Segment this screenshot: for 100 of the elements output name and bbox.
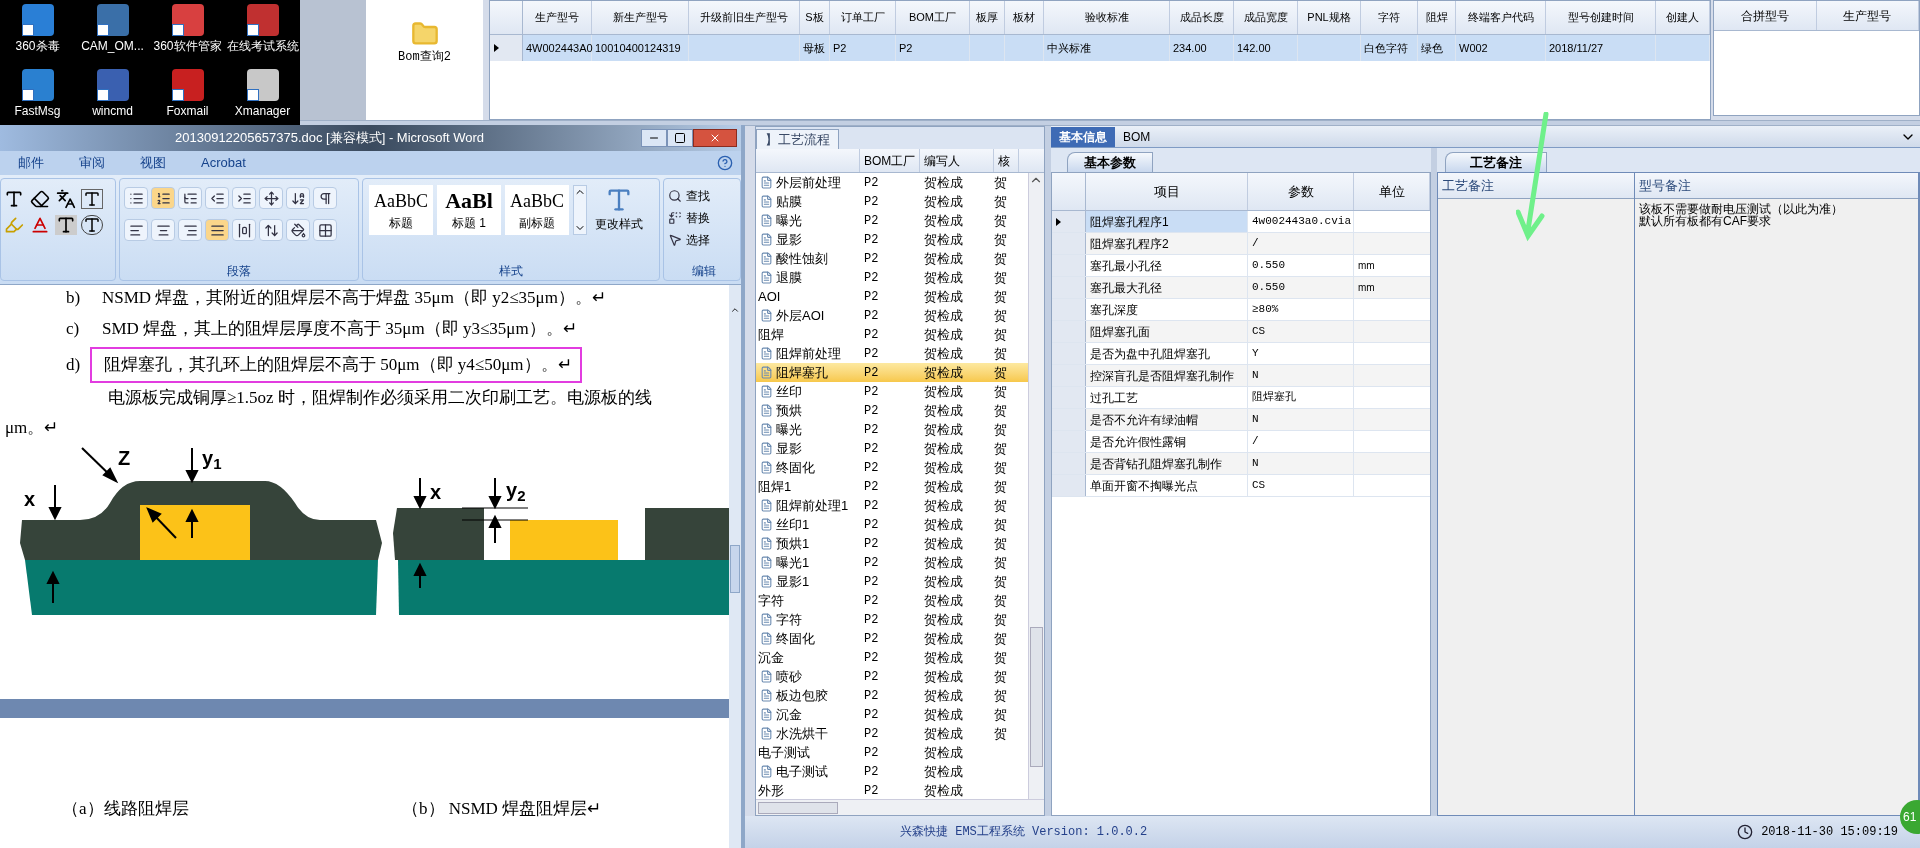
horizontal-scrollbar[interactable] <box>756 799 1044 815</box>
process-row[interactable]: 预烘 P2 贺检成 贺 <box>756 401 1028 420</box>
style-preview[interactable]: AaBbC 标题 <box>369 185 433 235</box>
font-icon[interactable] <box>81 189 103 209</box>
column-header[interactable]: 创建人 <box>1656 1 1710 34</box>
shortcut-icon[interactable] <box>246 68 279 101</box>
process-row[interactable]: 外层前处理 P2 贺检成 贺 <box>756 173 1028 192</box>
multilevel-list-icon[interactable] <box>178 187 202 209</box>
column-header[interactable]: 成品宽度 <box>1234 1 1298 34</box>
column-header[interactable]: 新生产型号 <box>592 1 689 34</box>
editing-button[interactable]: 替换 <box>668 207 740 229</box>
gallery-scrollbar[interactable] <box>573 185 587 235</box>
process-row[interactable]: 水洗烘干 P2 贺检成 贺 <box>756 724 1028 743</box>
ribbon-tab[interactable]: 视图 <box>123 153 183 173</box>
column-header[interactable]: 型号备注 <box>1635 173 1918 199</box>
indent-icon[interactable] <box>232 187 256 209</box>
process-row[interactable]: 退膜 P2 贺检成 贺 <box>756 268 1028 287</box>
param-row[interactable]: 阻焊塞孔程序2 / <box>1052 233 1430 255</box>
shortcut-icon[interactable] <box>246 4 279 36</box>
shortcut-icon[interactable] <box>21 4 54 36</box>
eraser-icon[interactable] <box>29 189 51 209</box>
subtab[interactable]: 工艺备注 <box>1445 152 1547 172</box>
process-row[interactable]: 阻焊前处理 P2 贺检成 贺 <box>756 344 1028 363</box>
change-styles-button[interactable]: 更改样式 <box>595 185 643 235</box>
param-row[interactable]: 塞孔最小孔径 0.550 mm <box>1052 255 1430 277</box>
process-row[interactable]: 字符 P2 贺检成 贺 <box>756 591 1028 610</box>
process-row[interactable]: 外层AOI P2 贺检成 贺 <box>756 306 1028 325</box>
process-row[interactable]: 曝光 P2 贺检成 贺 <box>756 211 1028 230</box>
column-header[interactable]: 工艺备注 <box>1438 173 1634 199</box>
column-header[interactable]: PNL规格 <box>1298 1 1361 34</box>
style-preview[interactable]: AaBbC 副标题 <box>505 185 569 235</box>
shortcut-icon[interactable] <box>21 68 54 101</box>
shortcut-label[interactable]: 360杀毒 <box>15 38 60 54</box>
process-row[interactable]: 字符 P2 贺检成 贺 <box>756 610 1028 629</box>
shortcut-icon[interactable] <box>96 4 129 36</box>
process-row[interactable]: 阻焊前处理1 P2 贺检成 贺 <box>756 496 1028 515</box>
nav-item[interactable]: Bom查询2 <box>398 48 451 66</box>
shortcut-label[interactable]: wincmd <box>92 102 133 119</box>
maximize-button[interactable] <box>667 129 693 147</box>
shortcut-label[interactable]: CAM_OM... <box>81 38 144 54</box>
param-row[interactable]: 控深盲孔是否阻焊塞孔制作 N <box>1052 365 1430 387</box>
param-row[interactable]: 过孔工艺 阻焊塞孔 <box>1052 387 1430 409</box>
process-row[interactable]: 电子测试 P2 贺检成 <box>756 743 1028 762</box>
process-row[interactable]: 沉金 P2 贺检成 贺 <box>756 705 1028 724</box>
line-spacing-icon[interactable] <box>259 219 283 241</box>
shortcut-icon[interactable] <box>171 4 204 36</box>
style-preview[interactable]: AaBl 标题 1 <box>437 185 501 235</box>
shortcut-label[interactable]: FastMsg <box>14 102 61 119</box>
param-row[interactable]: 是否允许假性露铜 / <box>1052 431 1430 453</box>
scrollbar[interactable] <box>1028 173 1044 799</box>
process-row[interactable]: 沉金 P2 贺检成 贺 <box>756 648 1028 667</box>
column-header[interactable]: BOM工厂 <box>896 1 970 34</box>
column-header[interactable]: 成品长度 <box>1170 1 1234 34</box>
tab[interactable]: BOM <box>1115 127 1159 147</box>
process-row[interactable]: 阻焊塞孔 P2 贺检成 贺 <box>756 363 1028 382</box>
process-row[interactable]: 喷砂 P2 贺检成 贺 <box>756 667 1028 686</box>
shortcut-icon[interactable] <box>171 68 204 101</box>
shortcut-label[interactable]: 在线考试系统 <box>226 38 299 54</box>
process-row[interactable]: 外形 P2 贺检成 <box>756 781 1028 799</box>
ribbon-tab[interactable]: 邮件 <box>1 153 61 173</box>
column-header[interactable]: 升级前旧生产型号 <box>689 1 800 34</box>
param-row[interactable]: 塞孔深度 ≥80% <box>1052 299 1430 321</box>
bullet-list-icon[interactable] <box>124 187 148 209</box>
process-row[interactable]: 阻焊1 P2 贺检成 贺 <box>756 477 1028 496</box>
param-row[interactable]: 塞孔最大孔径 0.550 mm <box>1052 277 1430 299</box>
param-row[interactable]: 单面开窗不掏曝光点 CS <box>1052 475 1430 497</box>
process-row[interactable]: 预烘1 P2 贺检成 贺 <box>756 534 1028 553</box>
panel-tab[interactable]: 】工艺流程 <box>756 129 839 149</box>
scrollbar[interactable] <box>729 285 741 848</box>
outdent-icon[interactable] <box>205 187 229 209</box>
column-header[interactable]: 合拼型号 <box>1714 1 1817 30</box>
process-row[interactable]: 显影 P2 贺检成 贺 <box>756 230 1028 249</box>
phonetic-icon[interactable] <box>55 189 77 209</box>
distribute-icon[interactable] <box>232 219 256 241</box>
process-row[interactable]: AOI P2 贺检成 贺 <box>756 287 1028 306</box>
column-header[interactable]: 生产型号 <box>1816 1 1919 30</box>
column-header[interactable]: 单位 <box>1354 173 1430 210</box>
table-row[interactable]: 4W002443A0 10010400124319 母板 P2 P2 中兴标准 234.00 142.00 白色字符 绿色 W002 2018/11/27 <box>490 35 1710 61</box>
ribbon-tab[interactable]: 审阅 <box>62 153 122 173</box>
param-row[interactable]: 阻焊塞孔面 CS <box>1052 321 1430 343</box>
help-icon[interactable] <box>717 155 733 171</box>
process-row[interactable]: 丝印1 P2 贺检成 贺 <box>756 515 1028 534</box>
arrows-icon[interactable] <box>259 187 283 209</box>
process-row[interactable]: 曝光1 P2 贺检成 贺 <box>756 553 1028 572</box>
param-row[interactable]: 是否为盘中孔阻焊塞孔 Y <box>1052 343 1430 365</box>
scroll-up-icon[interactable] <box>730 305 740 315</box>
process-row[interactable]: 酸性蚀刻 P2 贺检成 贺 <box>756 249 1028 268</box>
shortcut-label[interactable]: Foxmail <box>166 102 209 119</box>
process-row[interactable]: 电子测试 P2 贺检成 <box>756 762 1028 781</box>
scroll-thumb[interactable] <box>758 801 838 814</box>
sort-icon[interactable] <box>286 187 310 209</box>
param-row[interactable]: 是否不允许有绿油帽 N <box>1052 409 1430 431</box>
shortcut-icon[interactable] <box>96 68 129 101</box>
column-header[interactable]: 项目 <box>1086 173 1248 210</box>
column-header[interactable]: BOM工厂 <box>860 149 920 172</box>
column-header[interactable]: 终端客户代码 <box>1456 1 1546 34</box>
note-field[interactable] <box>1438 199 1634 815</box>
process-row[interactable]: 显影 P2 贺检成 贺 <box>756 439 1028 458</box>
justify-icon[interactable] <box>205 219 229 241</box>
process-row[interactable]: 显影1 P2 贺检成 贺 <box>756 572 1028 591</box>
